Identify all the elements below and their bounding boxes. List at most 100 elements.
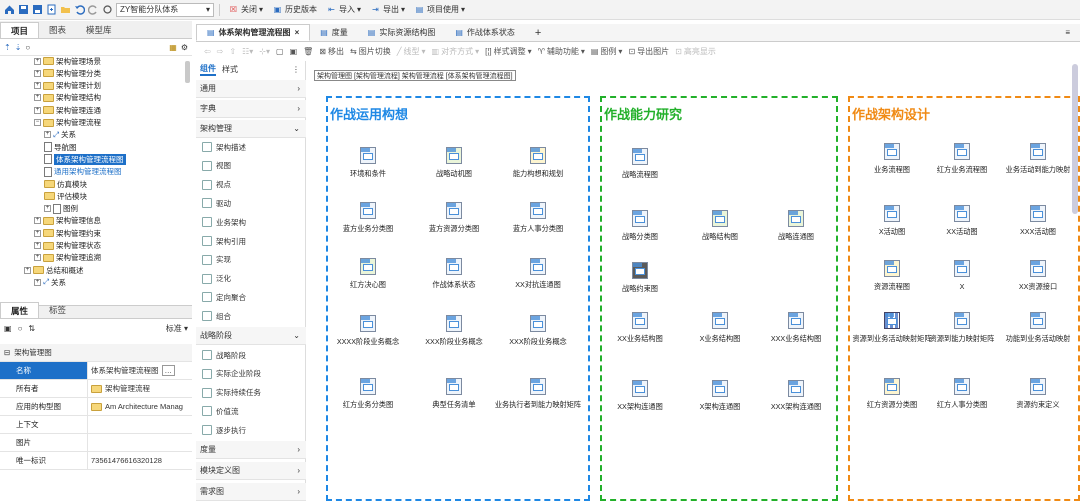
tree-item[interactable]: + 架构管理计划 xyxy=(34,80,101,92)
expand-icon[interactable]: + xyxy=(34,254,41,262)
search-icon[interactable]: ○ xyxy=(18,324,23,333)
palette-item[interactable]: 组合 xyxy=(202,308,231,324)
layout-icon[interactable]: ☷▾ xyxy=(242,47,253,56)
tree-item[interactable]: − 架构管理流程 xyxy=(34,117,101,129)
diagram-node[interactable]: 业务执行者到能力映射矩阵 xyxy=(494,378,582,410)
diagram-node[interactable]: 红方人事分类图 xyxy=(918,378,1006,410)
diagram-node[interactable]: 资源到能力映射矩阵 xyxy=(918,312,1006,344)
redo-icon[interactable] xyxy=(88,4,99,15)
tree-item[interactable]: + ⤢ 关系 xyxy=(44,129,76,141)
aux-func-button[interactable]: ♈ 辅助功能 ▾ xyxy=(538,46,585,57)
close-icon[interactable]: × xyxy=(295,28,300,37)
diagram-node[interactable]: 战略流程图 xyxy=(596,148,684,180)
gear-icon[interactable]: ⚙ xyxy=(181,43,188,52)
palette-section[interactable]: 战略阶段 ⌄ xyxy=(196,327,306,345)
palette-section[interactable]: 架构管理 ⌄ xyxy=(196,120,306,138)
grid-view-icon[interactable]: ▣ xyxy=(4,324,12,333)
tab-project[interactable]: 项目 xyxy=(0,22,40,38)
tab-properties[interactable]: 属性 xyxy=(0,302,40,318)
property-row-context[interactable]: 上下文 xyxy=(0,416,192,434)
diagram-node[interactable]: 战略结构图 xyxy=(676,210,764,242)
sort-mode-select[interactable]: 标准 ▾ xyxy=(166,323,188,334)
tree-item[interactable]: + 架构管理连通 xyxy=(34,104,101,116)
tree-item[interactable]: + 架构管理分类 xyxy=(34,67,101,79)
palette-section[interactable]: 通用 › xyxy=(196,80,306,98)
tree-item[interactable]: + 总结和概述 xyxy=(24,264,84,276)
diagram-node[interactable]: 蓝方人事分类图 xyxy=(494,202,582,234)
tree-item[interactable]: 导航图 xyxy=(44,141,77,153)
tab-tags[interactable]: 标签 xyxy=(39,302,76,318)
search-icon[interactable]: ○ xyxy=(25,43,30,52)
diagram-node[interactable]: XX资源接口 xyxy=(994,260,1080,292)
new-element-icon[interactable]: ▦ xyxy=(169,43,177,52)
tab-model-library[interactable]: 模型库 xyxy=(76,22,122,38)
expand-all-icon[interactable]: ⇣ xyxy=(15,43,22,52)
expand-icon[interactable]: + xyxy=(34,242,41,249)
palette-item[interactable]: 定向聚合 xyxy=(202,289,246,305)
palette-item[interactable]: 实现 xyxy=(202,252,231,268)
property-row-image[interactable]: 图片 xyxy=(0,434,192,452)
tree-item[interactable]: + 架构管理状态 xyxy=(34,240,101,252)
ellipsis-button[interactable]: … xyxy=(161,365,175,376)
palette-item[interactable]: 视图 xyxy=(202,158,231,174)
expand-icon[interactable]: + xyxy=(34,229,41,237)
expand-icon[interactable]: + xyxy=(34,106,41,114)
close-button[interactable]: ☒ 关闭 ▾ xyxy=(225,2,266,18)
palette-item[interactable]: 实际持续任务 xyxy=(202,385,261,401)
expand-icon[interactable]: + xyxy=(34,82,41,90)
doc-tab-1[interactable]: ▤ 度量 xyxy=(310,24,358,41)
diagram-node[interactable]: XXXX阶段业务概念 xyxy=(324,315,412,347)
palette-item[interactable]: 视点 xyxy=(202,177,231,193)
tree-item[interactable]: 通用架构管理流程图 xyxy=(44,166,122,178)
expand-icon[interactable]: + xyxy=(34,57,41,65)
save-icon[interactable] xyxy=(18,4,29,15)
tree-item[interactable]: + 架构管理约束 xyxy=(34,227,101,239)
palette-item[interactable]: 战略阶段 xyxy=(202,347,246,363)
expand-icon[interactable]: + xyxy=(34,69,41,77)
highlight-button[interactable]: ⊡ 高亮显示 xyxy=(675,46,716,57)
diagram-node[interactable]: 战略动机图 xyxy=(410,147,498,179)
back-icon[interactable]: ⇦ xyxy=(204,47,211,56)
undo-icon[interactable] xyxy=(74,4,85,15)
open-folder-icon[interactable] xyxy=(60,4,71,15)
diagram-node[interactable]: 能力构想和规划 xyxy=(494,147,582,179)
history-button[interactable]: ▣ 历史版本 xyxy=(269,2,320,18)
collapse-all-icon[interactable]: ⇡ xyxy=(4,43,11,52)
palette-section[interactable]: 字典 › xyxy=(196,100,306,118)
property-row-stereotype[interactable]: 应用的构型图 Am Architecture Manag xyxy=(0,398,192,416)
style-adjust-button[interactable]: [¦] 样式调整 ▾ xyxy=(485,46,532,57)
model-combo[interactable]: ZY智能分队体系 ▾ xyxy=(116,2,214,17)
diagram-node[interactable]: 战略连通图 xyxy=(752,210,840,242)
tree-layout-icon[interactable]: ⊹▾ xyxy=(259,47,270,56)
diagram-node[interactable]: XX业务结构图 xyxy=(596,312,684,344)
expand-icon[interactable]: + xyxy=(34,94,41,102)
diagram-node[interactable]: 战略约束图 xyxy=(596,262,684,294)
property-value[interactable]: Am Architecture Manag xyxy=(88,402,192,411)
diagram-node[interactable]: 红方业务分类图 xyxy=(324,378,412,410)
diagram-node[interactable]: X架构连通图 xyxy=(676,380,764,412)
home-icon[interactable] xyxy=(4,4,15,15)
diagram-node[interactable]: X xyxy=(918,260,1006,291)
expand-icon[interactable]: + xyxy=(34,278,41,286)
sort-icon[interactable]: ⇅ xyxy=(28,324,35,333)
diagram-node[interactable]: XXX活动图 xyxy=(994,205,1080,237)
doc-tab-0[interactable]: ▤ 体系架构管理流程图 × xyxy=(196,24,311,41)
breadcrumb[interactable]: 架构管理图 [架构管理流程] 架构管理流程 [体系架构管理流程图] xyxy=(314,70,516,81)
tree-item[interactable]: + 图例 xyxy=(44,203,78,215)
tree-item[interactable]: 评估模块 xyxy=(44,190,87,202)
palette-item[interactable]: 架构描述 xyxy=(202,139,246,155)
diagram-node[interactable]: 作战体系状态 xyxy=(410,258,498,290)
property-row-owner[interactable]: 所有者 架构管理流程 xyxy=(0,380,192,398)
diagram-node[interactable]: 资源约束定义 xyxy=(994,378,1080,410)
image-switch-button[interactable]: ⇆ 图片切换 xyxy=(350,46,391,57)
palette-item[interactable]: 驱动 xyxy=(202,195,231,211)
diagram-node[interactable]: XXX架构连通图 xyxy=(752,380,840,412)
more-icon[interactable]: ⋮ xyxy=(292,65,306,74)
tab-styles[interactable]: 样式 xyxy=(222,64,238,75)
tree-item[interactable]: + 架构管理追溯 xyxy=(34,252,101,264)
diagram-node[interactable]: 蓝方业务分类图 xyxy=(324,202,412,234)
tree-item[interactable]: + 架构管理结构 xyxy=(34,92,101,104)
tree-item[interactable]: 体系架构管理流程图 xyxy=(44,153,126,165)
diagram-node[interactable]: 典型任务清单 xyxy=(410,378,498,410)
property-row-uid[interactable]: 唯一标识 73561476616320128 xyxy=(0,452,192,470)
